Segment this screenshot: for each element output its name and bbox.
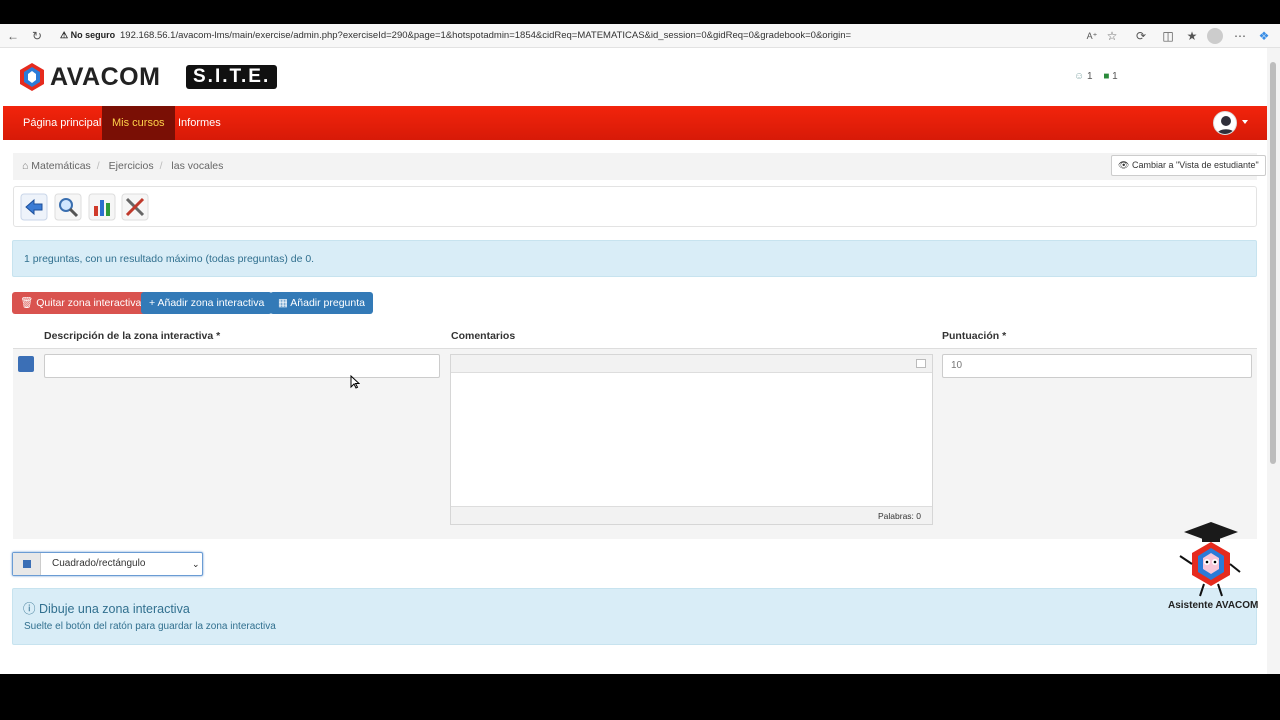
exercise-toolbar <box>13 186 1257 227</box>
editor-toolbar <box>451 355 932 373</box>
breadcrumb: ⌂ Matemáticas / Ejercicios / las vocales 👁… <box>13 153 1266 180</box>
copilot-icon[interactable]: ❖ <box>1256 28 1272 44</box>
profile-icon[interactable] <box>1207 28 1223 44</box>
draw-zone-info: ⓘ Dibuje una zona interactiva Suelte el … <box>12 588 1257 645</box>
course-users-icon[interactable]: ■ <box>1103 71 1109 82</box>
draw-zone-title-text: Dibuje una zona interactiva <box>39 602 190 616</box>
add-zone-button[interactable]: + Añadir zona interactiva <box>141 292 273 314</box>
users-online-count[interactable]: 1 <box>1087 71 1093 82</box>
preview-icon[interactable] <box>54 193 82 221</box>
breadcrumb-item-exercises[interactable]: Ejercicios <box>109 160 154 172</box>
add-question-button[interactable]: ▦ Añadir pregunta <box>270 292 373 314</box>
column-header-comments: Comentarios <box>451 330 516 342</box>
read-aloud-icon[interactable]: A⁺ <box>1084 28 1100 44</box>
nav-item-home[interactable]: Página principal <box>13 106 111 140</box>
remove-zone-label: Quitar zona interactiva <box>36 297 142 309</box>
home-icon[interactable]: ⌂ <box>22 160 28 172</box>
shape-select[interactable]: Cuadrado/rectángulo ⌄ <box>12 552 203 576</box>
logo-text: AVACOM <box>50 63 161 91</box>
assistant-widget[interactable]: Asistente AVACOM <box>1168 520 1258 614</box>
results-icon[interactable] <box>88 193 116 221</box>
remove-zone-button[interactable]: 🗑 Quitar zona interactiva <box>12 292 150 314</box>
eye-icon: 👁 <box>1118 160 1130 170</box>
header-stats: ☺ 1 ■ 1 <box>1074 71 1118 82</box>
url-text[interactable]: 192.168.56.1/avacom-lms/main/exercise/ad… <box>120 30 851 41</box>
logo-hexagon-icon <box>20 63 44 91</box>
extensions-icon[interactable]: ⟳ <box>1133 28 1149 44</box>
reload-icon[interactable]: ↻ <box>29 28 45 44</box>
add-question-label: Añadir pregunta <box>290 297 365 309</box>
users-online-icon[interactable]: ☺ <box>1074 71 1084 82</box>
info-circle-icon: ⓘ <box>23 602 36 616</box>
logo-badge: S.I.T.E. <box>186 65 278 89</box>
chevron-down-icon: ⌄ <box>192 559 200 569</box>
scrollbar-thumb[interactable] <box>1270 62 1276 464</box>
trash-icon: 🗑 <box>20 297 34 309</box>
zone-description-input[interactable] <box>44 354 440 378</box>
favorites-icon[interactable]: ★ <box>1184 28 1200 44</box>
column-header-description: Descripción de la zona interactiva * <box>44 330 221 342</box>
assistant-mascot-icon <box>1179 522 1241 597</box>
column-header-score: Puntuación * <box>942 330 1007 342</box>
settings-icon[interactable] <box>121 193 149 221</box>
user-avatar[interactable] <box>1213 111 1237 135</box>
nav-item-my-courses[interactable]: Mis cursos <box>102 106 175 140</box>
zone-color-swatch <box>18 356 34 372</box>
back-arrow-icon[interactable]: ← <box>5 28 21 44</box>
more-menu-icon[interactable]: ⋯ <box>1232 28 1248 44</box>
comments-editor[interactable]: Palabras: 0 <box>450 354 933 525</box>
save-icon: ▦ <box>278 297 288 309</box>
draw-zone-title: ⓘ Dibuje una zona interactiva <box>23 598 190 617</box>
student-view-label: Cambiar a "Vista de estudiante" <box>1131 160 1259 170</box>
nav-item-reports[interactable]: Informes <box>168 106 231 140</box>
address-bar[interactable]: ⚠ No seguro 192.168.56.1/avacom-lms/main… <box>54 27 1128 45</box>
student-view-button[interactable]: 👁 Cambiar a "Vista de estudiante" <box>1111 155 1266 176</box>
assistant-name: Asistente AVACOM <box>1168 600 1259 611</box>
mouse-cursor-icon <box>350 375 360 389</box>
add-zone-label: Añadir zona interactiva <box>157 297 265 309</box>
browser-toolbar: ← ↻ ⚠ No seguro 192.168.56.1/avacom-lms/… <box>0 24 1280 48</box>
plus-icon: + <box>149 297 156 309</box>
bottom-letterbox <box>0 674 1280 720</box>
back-icon[interactable] <box>20 193 48 221</box>
user-silhouette-icon <box>1216 116 1236 134</box>
word-count: Palabras: 0 <box>878 511 921 521</box>
user-menu-caret-icon[interactable] <box>1242 120 1248 124</box>
exercise-info-message: 1 preguntas, con un resultado máximo (to… <box>12 240 1257 277</box>
editor-status-bar: Palabras: 0 <box>451 506 932 524</box>
breadcrumb-item-current: las vocales <box>171 160 224 172</box>
shape-color-swatch <box>13 553 41 575</box>
breadcrumb-item-course[interactable]: Matemáticas <box>31 160 91 172</box>
score-input[interactable]: 10 <box>942 354 1252 378</box>
main-navbar: Página principal Mis cursos Informes <box>3 106 1267 140</box>
shape-select-value: Cuadrado/rectángulo <box>52 558 146 569</box>
security-label[interactable]: ⚠ No seguro <box>60 30 115 41</box>
favorite-star-icon[interactable]: ☆ <box>1104 28 1120 44</box>
editor-toolbar-toggle-icon[interactable] <box>916 359 926 368</box>
page-scrollbar[interactable] <box>1267 48 1280 674</box>
split-screen-icon[interactable]: ◫ <box>1160 28 1176 44</box>
draw-zone-subtitle: Suelte el botón del ratón para guardar l… <box>24 621 276 632</box>
course-users-count[interactable]: 1 <box>1112 71 1118 82</box>
